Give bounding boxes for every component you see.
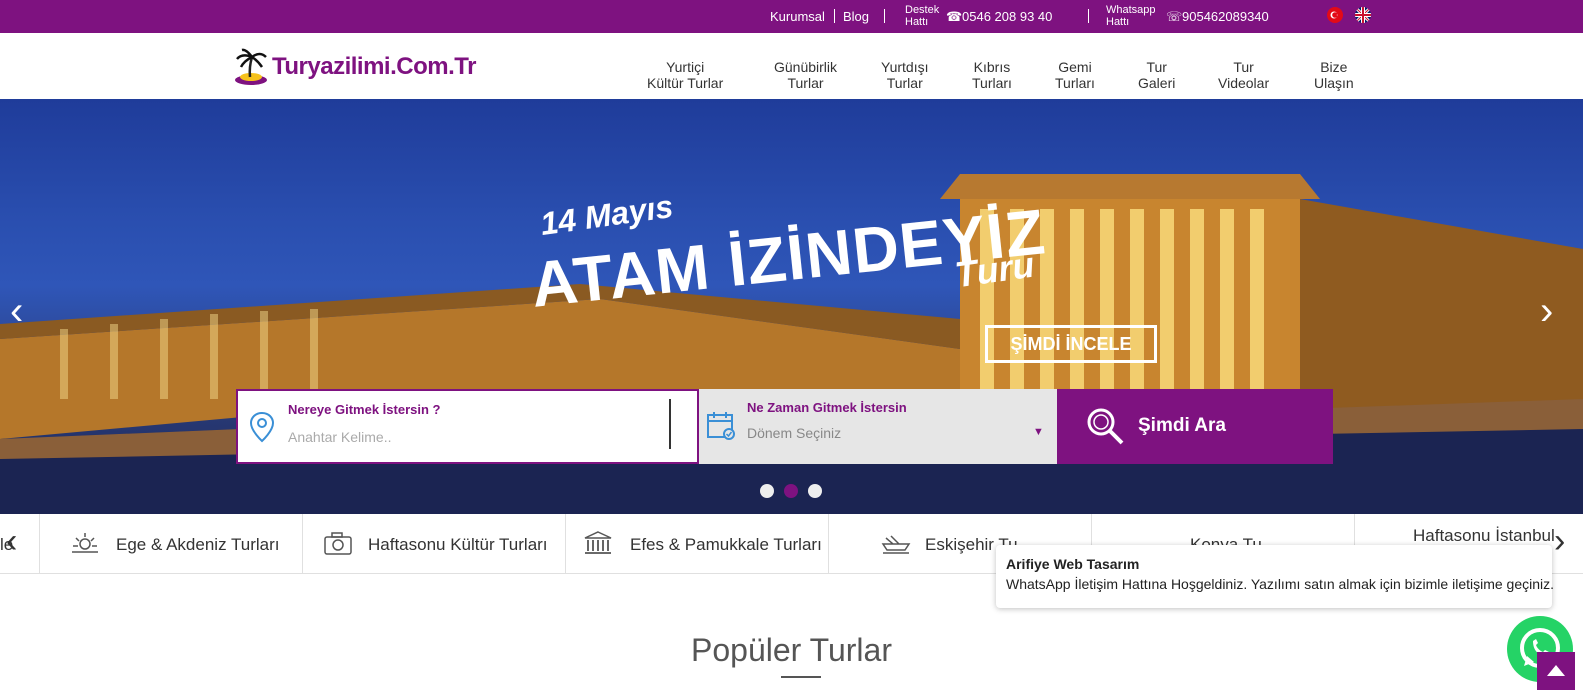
nav-label: Bize [1320,59,1348,75]
divider [834,9,835,23]
popup-title: Arifiye Web Tasarım [1006,556,1140,572]
kurumsal-link[interactable]: Kurumsal [770,9,825,24]
nav-label: Tur [1146,59,1167,75]
nav-label: Günübirlik [774,59,838,75]
nav-label: Ulaşın [1314,75,1354,91]
nav-gemi-turlari[interactable]: Gemi Turları [1055,59,1095,91]
nav-label: Galeri [1138,75,1176,91]
back-to-top-button[interactable] [1537,652,1575,690]
category-label: Efes & Pamukkale Turları [630,535,822,554]
nav-label: Turlar [787,75,824,91]
nav-label: Turları [972,75,1012,91]
category-item[interactable]: Ege & Akdeniz Turları [40,514,303,574]
nav-tur-galeri[interactable]: Tur Galeri [1138,59,1175,91]
destination-field[interactable]: Nereye Gitmek İstersin ? Anahtar Kelime.… [236,389,699,464]
nav-label: Turlar [886,75,923,91]
nav-yurtdisi-turlar[interactable]: Yurtdışı Turlar [881,59,928,91]
divider [884,9,885,23]
whatsapp-label-2: Hattı [1106,16,1130,28]
tour-search-form: Nereye Gitmek İstersin ? Anahtar Kelime.… [236,389,1346,464]
chevron-up-icon [1547,665,1565,676]
slider-dot-3[interactable] [808,484,822,498]
palm-island-icon [235,48,267,85]
date-label: Ne Zaman Gitmek İstersin [747,400,907,415]
nav-label: Videolar [1218,75,1270,91]
sun-icon [72,533,98,553]
nav-label: Kıbrıs [973,59,1011,75]
category-label: Haftasonu İstanbul [1413,526,1555,545]
hero-slider: ‹ › 14 Mayıs ATAM İZİNDEYİZ Turu ŞİMDİ İ… [0,99,1583,514]
section-title-underline [781,676,821,678]
category-label: Haftasonu Kültür Turları [368,535,548,554]
search-button[interactable]: Şimdi Ara [1057,389,1333,464]
search-button-label: Şimdi Ara [1138,415,1226,436]
site-logo[interactable]: Turyazilimi.Com.Tr [234,47,476,87]
temple-icon [584,531,612,554]
logo-text: Turyazilimi.Com.Tr [272,53,476,80]
destek-phone-link[interactable]: 0546 208 93 40 [962,9,1052,24]
nav-tur-videolar[interactable]: Tur Videolar [1218,59,1269,91]
boat-icon [881,535,911,554]
whatsapp-popup[interactable]: Arifiye Web Tasarım WhatsApp İletişim Ha… [996,545,1555,608]
divider [669,399,671,449]
whatsapp-phone-link[interactable]: 905462089340 [1182,9,1269,24]
blog-link[interactable]: Blog [843,9,869,24]
carousel-prev-arrow-icon[interactable]: ‹ [6,522,17,561]
nav-label: Kültür Turlar [647,75,724,91]
camera-icon [324,532,352,555]
popup-message: WhatsApp İletişim Hattına Hoşgeldiniz. Y… [1006,576,1555,592]
chevron-down-icon[interactable]: ▼ [1033,426,1044,438]
date-field[interactable]: Ne Zaman Gitmek İstersin Dönem Seçiniz ▼ [699,389,1057,464]
nav-label: Yurtdışı [881,59,929,75]
nav-label: Gemi [1058,59,1092,75]
english-flag-icon[interactable] [1355,7,1371,23]
top-bar: Kurumsal Blog Destek Hattı ☎ 0546 208 93… [0,0,1583,33]
slider-next-arrow-icon[interactable]: › [1540,289,1553,334]
whatsapp-small-icon: ☏ [1166,9,1183,24]
section-title: Popüler Turlar [691,632,892,668]
nav-bize-ulasin[interactable]: Bize Ulaşın [1314,59,1354,91]
nav-label: Yurtiçi [666,59,705,75]
site-header: Turyazilimi.Com.Tr Yurtiçi Kültür Turlar… [0,33,1583,99]
destination-label: Nereye Gitmek İstersin ? [288,402,441,417]
destek-label: Destek [905,4,940,16]
divider [1088,9,1089,23]
nav-gunubirlik-turlar[interactable]: Günübirlik Turlar [774,59,837,91]
nav-label: Tur [1233,59,1254,75]
magnifier-icon [1087,408,1124,445]
turkish-flag-icon[interactable] [1327,7,1343,23]
category-label: Ege & Akdeniz Turları [116,535,280,554]
whatsapp-label: Whatsapp [1106,4,1156,16]
slider-dot-2[interactable] [784,484,798,498]
slider-dot-1[interactable] [760,484,774,498]
phone-icon: ☎ [946,9,963,24]
destination-input[interactable]: Anahtar Kelime.. [288,429,392,445]
calendar-icon [707,412,735,440]
destek-label-2: Hattı [905,16,929,28]
slide-cta-button[interactable]: ŞİMDİ İNCELE [985,325,1157,363]
period-select[interactable]: Dönem Seçiniz [747,425,841,441]
category-item[interactable]: Haftasonu Kültür Turları [303,514,566,574]
nav-kibris-turlari[interactable]: Kıbrıs Turları [972,59,1012,91]
category-item[interactable]: Efes & Pamukkale Turları [566,514,829,574]
nav-label: Turları [1055,75,1095,91]
slider-prev-arrow-icon[interactable]: ‹ [10,289,23,334]
nav-yurtici-kultur-turlar[interactable]: Yurtiçi Kültür Turlar [647,59,723,91]
carousel-next-arrow-icon[interactable]: › [1554,522,1565,561]
location-pin-icon [249,411,275,443]
